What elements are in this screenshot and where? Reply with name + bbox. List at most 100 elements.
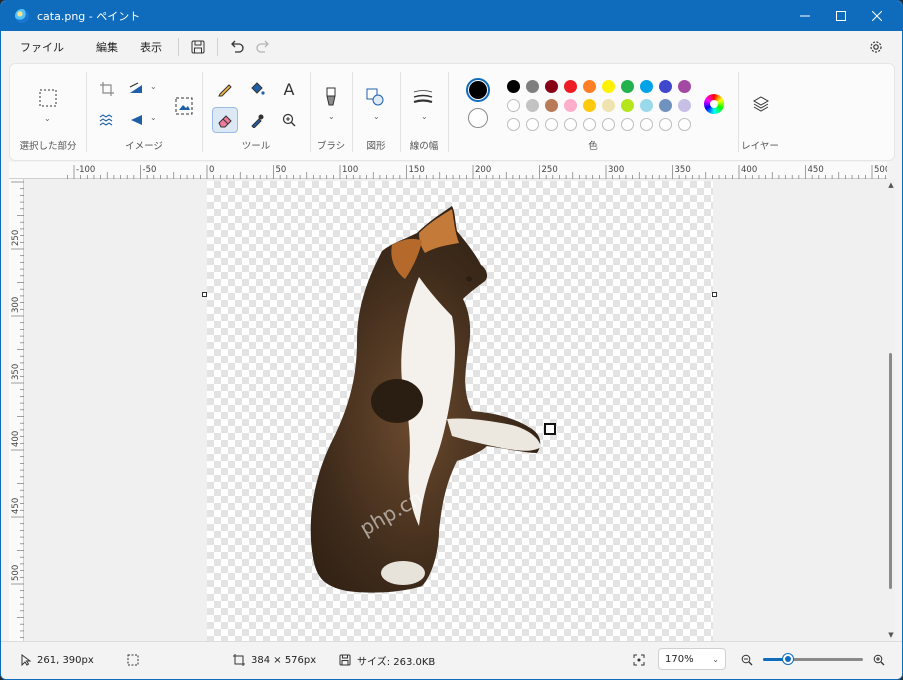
line-width-button[interactable] [410,84,436,110]
zoom-slider[interactable] [763,654,863,664]
chevron-down-icon[interactable]: ⌄ [44,114,51,123]
horizontal-ruler: -100 -50 0 50 100 150 200 250 300 350 400 450 500 [9,162,887,179]
menu-file[interactable]: ファイル [10,39,74,55]
image-edit-button[interactable] [170,92,198,120]
colors-group-label: 色 [588,141,598,152]
rotate-icon [131,115,142,125]
title-bar[interactable]: cata.png - ペイント [1,1,902,31]
palette-color[interactable] [659,99,672,112]
palette-custom-slot[interactable] [545,118,558,131]
menu-view[interactable]: 表示 [130,39,172,55]
zoom-slider-knob[interactable] [783,654,793,664]
resize-handle-left[interactable] [202,292,207,297]
group-divider [352,72,353,152]
palette-color[interactable] [564,99,577,112]
palette-color[interactable] [583,99,596,112]
palette-color[interactable] [602,80,615,93]
image-frame-icon [175,97,193,115]
close-button[interactable] [859,1,895,31]
vertical-ruler-ticks: 250 300 350 400 450 500 [11,181,24,638]
secondary-color-swatch[interactable] [468,108,488,128]
palette-color[interactable] [602,99,615,112]
eraser-button[interactable] [212,107,238,133]
chevron-down-icon[interactable]: ⌄ [328,112,335,121]
save-icon [339,654,351,666]
zoom-dropdown[interactable]: 170% ⌄ [658,648,726,670]
resize-handle-right[interactable] [712,292,717,297]
save-button[interactable] [185,35,211,59]
palette-custom-slot[interactable] [602,118,615,131]
palette-color[interactable] [640,99,653,112]
select-tool-button[interactable] [34,84,62,112]
ruler-label: 500 [11,565,21,581]
shapes-button[interactable] [362,84,388,110]
menu-divider [217,38,218,56]
canvas-size-text: 384 × 576px [251,654,317,666]
fill-button[interactable] [244,76,270,102]
shapes-icon [366,88,384,106]
palette-color[interactable] [678,80,691,93]
fit-to-window-button[interactable] [633,642,645,678]
palette-color[interactable] [621,99,634,112]
undo-button[interactable] [224,35,250,59]
palette-color[interactable] [621,80,634,93]
image-canvas[interactable]: php.cn [207,181,713,641]
line-width-icon [413,90,433,104]
palette-custom-slot[interactable] [564,118,577,131]
chevron-down-icon[interactable]: ⌄ [373,112,380,121]
scroll-down-arrow-icon[interactable]: ▼ [887,631,895,639]
palette-color[interactable] [545,99,558,112]
palette-color[interactable] [640,80,653,93]
layers-button[interactable] [748,91,774,117]
vertical-scrollbar[interactable]: ▲ ▼ [887,179,895,641]
zoom-out-button[interactable] [741,642,753,678]
ruler-label: 400 [741,165,757,175]
pencil-button[interactable] [212,76,238,102]
color-wheel-icon [710,100,718,108]
menu-edit[interactable]: 編集 [86,39,128,55]
zoom-in-button[interactable] [873,642,885,678]
chevron-down-icon[interactable]: ⌄ [150,82,157,91]
maximize-button[interactable] [823,1,859,31]
palette-custom-slot[interactable] [583,118,596,131]
palette-custom-slot[interactable] [526,118,539,131]
palette-color[interactable] [583,80,596,93]
palette-custom-slot[interactable] [640,118,653,131]
redo-icon [256,40,269,53]
selection-size [127,642,139,678]
chevron-down-icon[interactable]: ⌄ [421,112,428,121]
color-picker-button[interactable] [244,107,270,133]
redo-button[interactable] [250,35,276,59]
crop-button[interactable] [94,76,120,102]
brush-button[interactable] [318,84,344,110]
rotate-button[interactable] [124,107,150,133]
palette-custom-slot[interactable] [659,118,672,131]
chevron-down-icon: ⌄ [712,654,719,664]
magnifier-button[interactable] [276,107,302,133]
palette-color[interactable] [545,80,558,93]
palette-color[interactable] [564,80,577,93]
chevron-down-icon[interactable]: ⌄ [150,113,157,122]
status-bar: 261, 390px 384 × 576px サイズ: 263.0KB 170%… [1,641,902,679]
resize-button[interactable] [124,76,150,102]
palette-color[interactable] [507,80,520,93]
palette-color[interactable] [659,80,672,93]
text-button[interactable]: A [276,76,302,102]
ruler-label: 300 [608,165,624,175]
palette-custom-slot[interactable] [507,118,520,131]
palette-custom-slot[interactable] [678,118,691,131]
scrollbar-thumb[interactable] [889,353,892,589]
group-divider [202,72,203,152]
canvas-workspace[interactable]: php.cn [24,179,887,641]
minimize-button[interactable] [787,1,823,31]
edit-colors-button[interactable] [704,94,724,114]
palette-color[interactable] [526,80,539,93]
palette-color[interactable] [526,99,539,112]
background-remove-button[interactable] [94,107,120,133]
palette-custom-slot[interactable] [621,118,634,131]
scroll-up-arrow-icon[interactable]: ▲ [887,181,895,189]
palette-color[interactable] [678,99,691,112]
palette-color[interactable] [507,99,520,112]
primary-color-swatch[interactable] [466,78,490,102]
settings-button[interactable] [863,35,889,59]
